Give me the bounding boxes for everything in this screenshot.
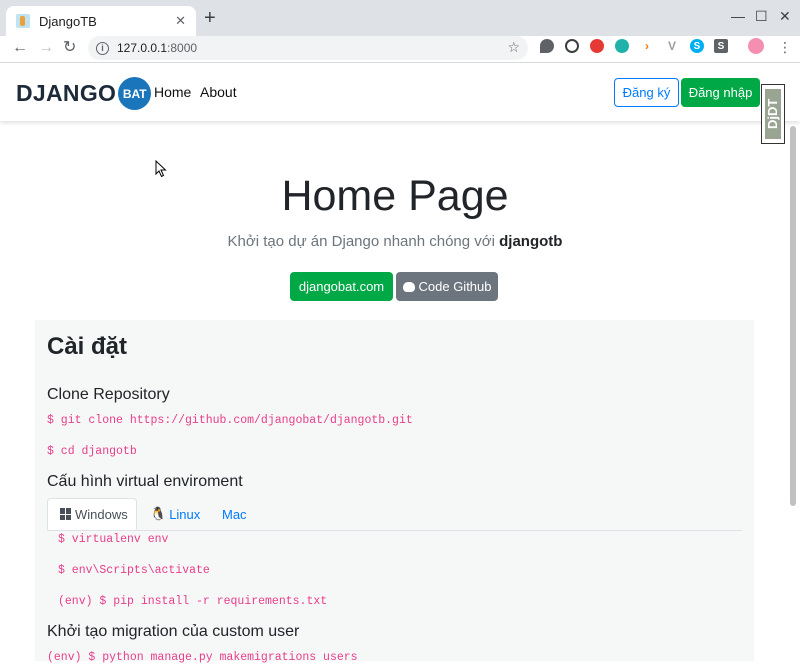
install-heading: Cài đặt (47, 333, 128, 360)
scrollbar-thumb[interactable] (790, 126, 796, 506)
extension-sync-icon[interactable] (565, 39, 579, 53)
brand-badge: BAT (118, 77, 152, 110)
migration-heading: Khởi tạo migration của custom user (47, 623, 300, 640)
tab-mac[interactable]: Mac (219, 498, 247, 530)
browser-tab[interactable]: DjangoTB ✕ (6, 6, 196, 36)
browser-menu-icon[interactable]: ⋮ (778, 39, 792, 56)
browser-toolbar: ← → ↻ i 127.0.0.1:8000 ☆ › V S S ⋮ (0, 36, 800, 63)
favicon-icon (16, 14, 30, 28)
github-icon (402, 281, 415, 292)
reload-icon[interactable]: ↻ (63, 38, 76, 58)
os-tabs: Windows 🐧 Linux Mac (47, 498, 742, 531)
back-icon[interactable]: ← (12, 38, 28, 58)
window-close-button[interactable]: ✕ (779, 8, 791, 25)
extension-v-icon[interactable]: V (665, 39, 679, 53)
address-bar[interactable]: i 127.0.0.1:8000 ☆ (88, 36, 528, 60)
nav-link-home[interactable]: Home (154, 84, 191, 100)
page-title: Home Page (281, 172, 509, 220)
register-button[interactable]: Đăng ký (614, 78, 679, 107)
linux-icon: 🐧 (150, 506, 167, 521)
browser-tabstrip: DjangoTB ✕ + — ☐ ✕ (0, 0, 800, 36)
tab-windows[interactable]: Windows (47, 498, 137, 530)
tab-title: DjangoTB (39, 13, 97, 29)
site-navbar: DJANGO BAT Home About Đăng ký Đăng nhập (0, 63, 800, 121)
minimize-button[interactable]: — (731, 8, 745, 24)
clone-heading: Clone Repository (47, 386, 170, 403)
migration-command: (env) $ python manage.py makemigrations … (47, 651, 358, 664)
clone-command: $ git clone https://github.com/djangobat… (47, 414, 413, 427)
debug-toolbar-label: DjDT (765, 98, 780, 130)
login-button[interactable]: Đăng nhập (681, 78, 760, 107)
windows-cmd-activate: $ env\Scripts\activate (58, 564, 210, 577)
venv-heading: Cấu hình virtual enviroment (47, 473, 243, 490)
bookmark-star-icon[interactable]: ☆ (507, 39, 520, 56)
windows-cmd-virtualenv: $ virtualenv env (58, 533, 169, 546)
windows-icon (60, 508, 72, 520)
brand-text: DJANGO (16, 80, 117, 106)
tab-close-icon[interactable]: ✕ (175, 13, 186, 29)
maximize-button[interactable]: ☐ (755, 8, 768, 25)
windows-cmd-pip: (env) $ pip install -r requirements.txt (58, 595, 328, 608)
extension-shield-icon[interactable] (590, 39, 604, 53)
github-button[interactable]: Code Github (396, 272, 498, 301)
nav-link-about[interactable]: About (200, 84, 237, 100)
cd-command: $ cd djangotb (47, 445, 137, 458)
info-icon[interactable]: i (96, 41, 109, 55)
profile-avatar[interactable] (748, 38, 764, 54)
extension-arrow-icon[interactable]: › (640, 39, 654, 53)
tab-linux[interactable]: 🐧 Linux (150, 498, 200, 530)
brand-logo[interactable]: DJANGO BAT (16, 77, 152, 110)
extension-m-icon[interactable] (615, 39, 629, 53)
extension-skype-icon[interactable]: S (690, 39, 704, 53)
extension-pin-icon[interactable] (540, 39, 554, 53)
new-tab-button[interactable]: + (204, 8, 216, 28)
extension-s-icon[interactable]: S (714, 39, 728, 53)
page-subtitle: Khởi tạo dự án Django nhanh chóng với dj… (227, 233, 563, 250)
url-text: 127.0.0.1:8000 (117, 41, 198, 55)
djangobat-site-button[interactable]: djangobat.com (290, 272, 393, 301)
forward-icon[interactable]: → (38, 38, 54, 58)
page-scrollbar[interactable] (788, 126, 798, 661)
debug-toolbar-handle[interactable]: DjDT (761, 84, 785, 144)
